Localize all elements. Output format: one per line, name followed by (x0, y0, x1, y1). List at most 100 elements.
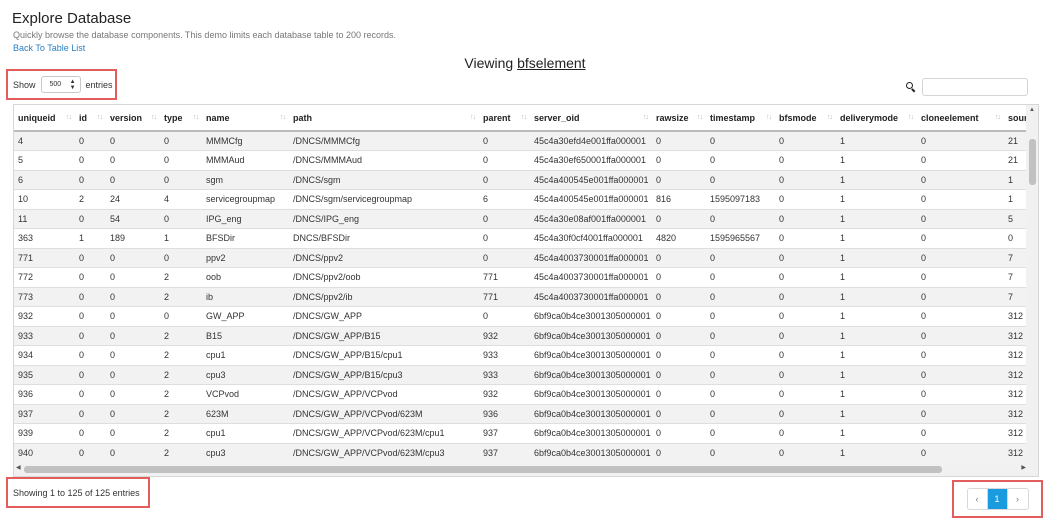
column-header-label: cloneelement (921, 112, 979, 123)
column-header-deliverymode[interactable]: deliverymode ↑↓ (836, 105, 917, 132)
next-page-button[interactable]: › (1007, 489, 1028, 509)
previous-page-button[interactable]: ‹ (967, 489, 988, 509)
table-cell: 0 (479, 306, 530, 326)
show-label: Show (13, 79, 36, 90)
table-row: 4 0 0 0 MMMCfg/DNCS/MMMCfg 0 45c4a30efd4e001ff… (14, 130, 1028, 151)
table-cell: 0 (917, 423, 1004, 443)
table-cell: 0 (106, 364, 160, 385)
table-cell: 6bf9ca0b4ce3001305000001 (530, 403, 652, 424)
table-cell: 0 (706, 423, 775, 443)
page-button-1[interactable]: 1 (987, 489, 1008, 509)
table-cell: 937 (479, 423, 530, 443)
table-cell: MMMAud (202, 150, 289, 170)
table-cell: 0 (775, 286, 836, 307)
table-cell: 0 (706, 169, 775, 190)
table-cell: 1 (160, 228, 202, 248)
table-cell: 1 (836, 345, 917, 365)
table-cell: 771 (14, 247, 75, 268)
table-row: 933 0 0 2 B15/DNCS/GW_APP/B15 932 6bf9ca0b4ce3… (14, 325, 1028, 346)
column-header-parent[interactable]: parent ↑↓ (479, 105, 530, 132)
table-cell: 0 (75, 403, 106, 424)
column-header-name[interactable]: name ↑↓ (202, 105, 289, 132)
table-cell: 0 (75, 345, 106, 365)
column-header-id[interactable]: id ↑↓ (75, 105, 106, 132)
column-header-server_oid[interactable]: server_oid ↑↓ (530, 105, 652, 132)
table-cell: 0 (706, 442, 775, 463)
table-cell: 0 (106, 247, 160, 268)
table-cell: 772 (14, 267, 75, 287)
column-header-label: server_oid (534, 112, 580, 123)
table-cell: BFSDir (202, 228, 289, 248)
scroll-right-icon[interactable]: ▶ (1021, 464, 1026, 471)
sort-arrows-icon: ↑↓ (470, 114, 476, 121)
table-cell: 0 (75, 267, 106, 287)
table-cell: 0 (652, 208, 706, 229)
back-to-table-list-link[interactable]: Back To Table List (13, 43, 85, 53)
scroll-left-icon[interactable]: ◀ (16, 464, 21, 471)
table-cell: /DNCS/GW_APP (289, 306, 479, 326)
table-cell: 0 (775, 384, 836, 404)
search-control (906, 78, 1028, 96)
table-cell: 0 (917, 403, 1004, 424)
sort-arrows-icon: ↑↓ (766, 114, 772, 121)
sort-arrows-icon: ↑↓ (151, 114, 157, 121)
table-cell: 0 (775, 189, 836, 209)
column-header-path[interactable]: path ↑↓ (289, 105, 479, 132)
table-cell: IPG_eng (202, 208, 289, 229)
table-cell: 0 (706, 403, 775, 424)
horizontal-scrollbar[interactable]: ◀ ▶ (14, 462, 1038, 476)
table-cell: 0 (706, 364, 775, 385)
table-cell: 0 (775, 364, 836, 385)
column-header-sourcei[interactable]: sourcei↑↓ (1004, 105, 1028, 132)
column-header-version[interactable]: version ↑↓ (106, 105, 160, 132)
table-cell: sgm (202, 169, 289, 190)
horizontal-scroll-thumb[interactable] (24, 466, 942, 473)
column-header-cloneelement[interactable]: cloneelement ↑↓ (917, 105, 1004, 132)
table-cell: 2 (160, 384, 202, 404)
table-cell: 0 (75, 169, 106, 190)
table-cell: 189 (106, 228, 160, 248)
column-header-type[interactable]: type ↑↓ (160, 105, 202, 132)
column-header-timestamp[interactable]: timestamp ↑↓ (706, 105, 775, 132)
table-cell: 0 (706, 267, 775, 287)
table-cell: GW_APP (202, 306, 289, 326)
table-cell: 0 (775, 306, 836, 326)
sort-arrows-icon: ↑↓ (697, 114, 703, 121)
table-cell: 0 (160, 306, 202, 326)
table-cell: 0 (652, 442, 706, 463)
column-header-uniqueid[interactable]: uniqueid ↑↓ (14, 105, 75, 132)
table-cell: cpu3 (202, 364, 289, 385)
table-cell: 0 (75, 247, 106, 268)
table-cell: 6bf9ca0b4ce3001305000001 (530, 345, 652, 365)
column-header-rawsize[interactable]: rawsize ↑↓ (652, 105, 706, 132)
table-cell: 0 (917, 228, 1004, 248)
table-cell: cpu3 (202, 442, 289, 463)
sort-arrows-icon: ↑↓ (280, 114, 286, 121)
table-cell: 363 (14, 228, 75, 248)
table-cell: 0 (917, 325, 1004, 346)
table-cell: 0 (652, 384, 706, 404)
vertical-scrollbar[interactable]: ▲ (1026, 105, 1038, 463)
table-cell: 4 (14, 130, 75, 151)
table-cell: 312 (1004, 325, 1028, 346)
table-cell: 936 (14, 384, 75, 404)
table-info-box: Showing 1 to 125 of 125 entries (6, 477, 150, 508)
table-cell: 0 (106, 150, 160, 170)
table-cell: 6bf9ca0b4ce3001305000001 (530, 384, 652, 404)
table-cell: /DNCS/ppv2 (289, 247, 479, 268)
table-cell: 936 (479, 403, 530, 424)
table-cell: 1 (836, 403, 917, 424)
column-header-label: deliverymode (840, 112, 899, 123)
table-cell: 1 (1004, 169, 1028, 190)
table-cell: 2 (160, 364, 202, 385)
table-row: 771 0 0 0 ppv2/DNCS/ppv2 0 45c4a4003730001ffa0… (14, 247, 1028, 268)
table-cell: /DNCS/GW_APP/VCPvod (289, 384, 479, 404)
vertical-scroll-thumb[interactable] (1029, 139, 1036, 185)
scroll-up-icon[interactable]: ▲ (1029, 107, 1035, 113)
page-length-select[interactable]: 500 ▲ ▼ (40, 76, 81, 93)
table-cell: 0 (917, 286, 1004, 307)
table-header-row: uniqueid ↑↓ id ↑↓ version ↑↓ type ↑↓ name ↑↓ path ↑… (14, 105, 1028, 132)
table-cell: 0 (479, 150, 530, 170)
column-header-bfsmode[interactable]: bfsmode ↑↓ (775, 105, 836, 132)
search-input[interactable] (922, 78, 1028, 96)
